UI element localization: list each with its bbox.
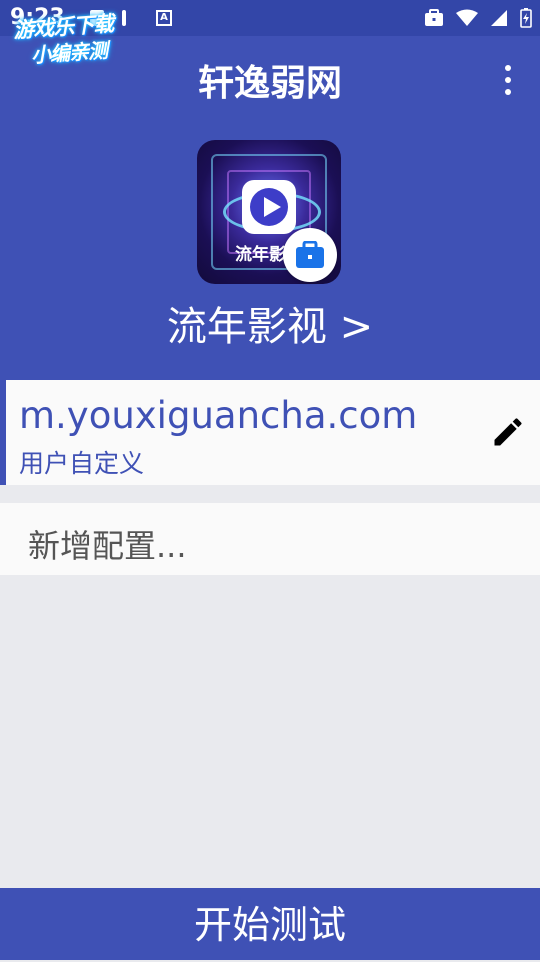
edit-icon[interactable] [490, 414, 526, 450]
briefcase-icon [425, 9, 443, 26]
status-icons [424, 6, 532, 30]
font-a-icon: A [156, 10, 172, 26]
work-profile-badge [283, 228, 337, 282]
watermark-logo: 游戏乐下载 小编亲测 [12, 5, 148, 70]
wifi-icon [456, 9, 478, 26]
more-vert-icon[interactable] [498, 62, 518, 98]
app-header: 轩逸弱网 流年影视 流年影视 > [0, 36, 540, 380]
signal-icon [491, 10, 507, 26]
app-name-selector[interactable]: 流年影视 > [0, 294, 540, 352]
selected-app-icon[interactable]: 流年影视 [197, 140, 341, 284]
watermark-line2: 小编亲测 [30, 38, 108, 68]
add-config-button[interactable]: 新增配置... [0, 503, 540, 575]
start-test-button[interactable]: 开始测试 [0, 888, 540, 960]
config-domain: m.youxiguancha.com [19, 394, 418, 437]
play-triangle [264, 197, 281, 217]
config-type: 用户自定义 [19, 449, 145, 478]
start-test-label: 开始测试 [193, 903, 346, 947]
battery-icon [520, 8, 532, 28]
add-config-label: 新增配置... [28, 527, 187, 565]
config-list-item[interactable]: m.youxiguancha.com 用户自定义 [0, 380, 540, 485]
briefcase-badge-icon [296, 241, 324, 268]
